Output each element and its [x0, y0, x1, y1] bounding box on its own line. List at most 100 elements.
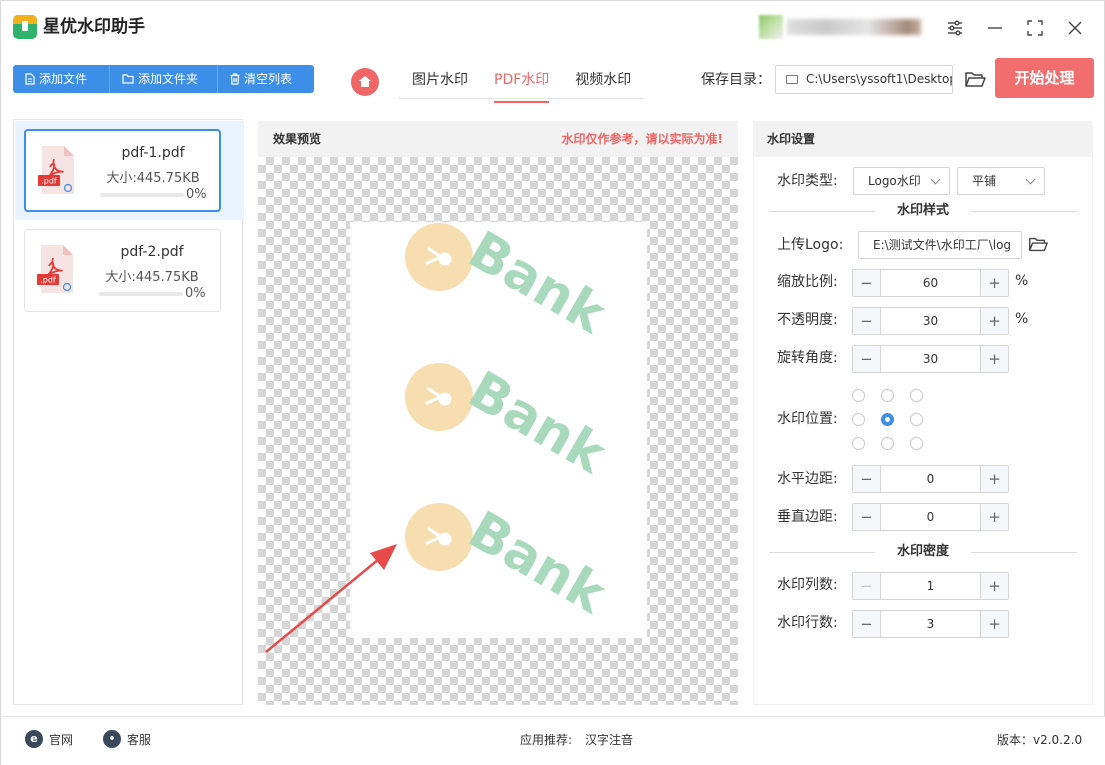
opacity-increase-button[interactable]: + — [980, 308, 1008, 334]
rotation-increase-button[interactable]: + — [980, 346, 1008, 372]
clear-list-button[interactable]: 清空列表 — [218, 65, 314, 93]
position-bottom-center-radio[interactable] — [881, 437, 894, 450]
position-middle-right-radio[interactable] — [910, 413, 923, 426]
add-file-label: 添加文件 — [39, 72, 88, 86]
position-top-left-radio[interactable] — [852, 389, 865, 402]
recommend-label: 应用推荐: — [520, 733, 573, 747]
mode-tabs: 图片水印 PDF水印 视频水印 — [399, 67, 645, 103]
rotation-decrease-button[interactable]: − — [853, 346, 881, 372]
home-icon[interactable] — [351, 68, 379, 96]
opacity-unit: % — [1015, 311, 1029, 327]
columns-label: 水印列数: — [777, 577, 838, 593]
user-avatar[interactable] — [759, 15, 783, 39]
vmargin-decrease-button[interactable]: − — [853, 504, 881, 530]
chevron-down-icon — [930, 174, 941, 185]
file-size: 大小:445.75KB — [105, 270, 199, 285]
save-directory-value: C:\Users\yssoft1\Desktop — [806, 72, 953, 86]
file-size: 大小:445.75KB — [106, 171, 200, 186]
pdf-file-icon: .pdf — [37, 245, 73, 293]
file-card-pdf-1[interactable]: .pdf pdf-1.pdf 大小:445.75KB 0% — [24, 129, 221, 212]
watermark-style-section: 水印样式 — [769, 201, 1077, 221]
opacity-value[interactable]: 30 — [881, 308, 980, 334]
add-file-button[interactable]: 添加文件 — [13, 65, 110, 93]
save-directory-label: 保存目录： — [701, 72, 771, 88]
columns-value[interactable]: 1 — [881, 573, 980, 599]
vertical-margin-stepper: − 0 + — [852, 503, 1009, 531]
watermark-type-value: Logo水印 — [868, 174, 921, 188]
tab-image-watermark[interactable]: 图片水印 — [399, 67, 481, 98]
horizontal-margin-stepper: − 0 + — [852, 465, 1009, 493]
preview-title: 效果预览 — [273, 132, 322, 146]
file-progress-bar — [99, 292, 183, 296]
settings-sliders-icon[interactable] — [942, 15, 968, 41]
minimize-icon[interactable] — [982, 15, 1008, 41]
hmargin-value[interactable]: 0 — [881, 466, 980, 492]
hmargin-decrease-button[interactable]: − — [853, 466, 881, 492]
upload-logo-field[interactable]: E:\测试文件\水印工厂\log — [858, 231, 1022, 259]
file-progress-text: 0% — [186, 187, 207, 202]
chat-bubble-icon[interactable]: • — [103, 730, 121, 748]
folder-open-icon[interactable] — [963, 67, 987, 91]
settings-header: 水印设置 — [753, 121, 1093, 157]
vmargin-value[interactable]: 0 — [881, 504, 980, 530]
add-folder-label: 添加文件夹 — [138, 72, 199, 86]
file-progress-bar — [100, 193, 184, 197]
rows-increase-button[interactable]: + — [980, 611, 1008, 637]
watermark-logo: Bank — [405, 360, 616, 498]
annotation-arrow — [265, 544, 397, 653]
file-card-pdf-2[interactable]: .pdf pdf-2.pdf 大小:445.75KB 0% — [24, 229, 221, 312]
position-top-right-radio[interactable] — [910, 389, 923, 402]
columns-increase-button[interactable]: + — [980, 573, 1008, 599]
watermark-logo: Bank — [405, 500, 616, 638]
close-icon[interactable] — [1062, 15, 1088, 41]
vmargin-increase-button[interactable]: + — [980, 504, 1008, 530]
scale-value[interactable]: 60 — [881, 270, 980, 296]
website-icon[interactable]: e — [25, 730, 43, 748]
save-directory-field[interactable]: C:\Users\yssoft1\Desktop — [775, 65, 953, 94]
tab-video-watermark[interactable]: 视频水印 — [562, 67, 644, 98]
scale-stepper: − 60 + — [852, 269, 1009, 297]
website-link[interactable]: 官网 — [49, 731, 73, 748]
hmargin-increase-button[interactable]: + — [980, 466, 1008, 492]
rotation-stepper: − 30 + — [852, 345, 1009, 373]
rows-label: 水印行数: — [777, 615, 838, 631]
file-progress-text: 0% — [185, 286, 206, 301]
watermark-layout-value: 平铺 — [972, 174, 997, 188]
watermark-logo-text: Bank — [459, 363, 606, 486]
tab-pdf-watermark[interactable]: PDF水印 — [481, 67, 562, 103]
position-middle-left-radio[interactable] — [852, 413, 865, 426]
rotation-label: 旋转角度: — [777, 350, 838, 366]
recommend-app-link[interactable]: 汉字注音 — [585, 731, 633, 748]
maximize-icon[interactable] — [1022, 15, 1048, 41]
add-folder-button[interactable]: 添加文件夹 — [110, 65, 218, 93]
rows-value[interactable]: 3 — [881, 611, 980, 637]
position-top-center-radio[interactable] — [881, 389, 894, 402]
scale-label: 缩放比例: — [777, 274, 838, 290]
rows-decrease-button[interactable]: − — [853, 611, 881, 637]
rotation-value[interactable]: 30 — [881, 346, 980, 372]
folder-small-icon — [786, 75, 798, 84]
watermark-logo-text: Bank — [459, 503, 606, 626]
watermark-logo-text: Bank — [459, 223, 606, 346]
trash-icon — [230, 73, 240, 85]
start-processing-button[interactable]: 开始处理 — [995, 58, 1094, 98]
pdf-file-icon: .pdf — [38, 146, 74, 194]
app-window: 星优水印助手 添加文件 添加文件夹 清空列表 图片水印 PDF水印 视频水印 保… — [0, 0, 1105, 765]
horizontal-margin-label: 水平边距: — [777, 471, 838, 487]
vertical-margin-label: 垂直边距: — [777, 509, 838, 525]
position-bottom-right-radio[interactable] — [910, 437, 923, 450]
scale-increase-button[interactable]: + — [980, 270, 1008, 296]
opacity-decrease-button[interactable]: − — [853, 308, 881, 334]
watermark-layout-select[interactable]: 平铺 — [957, 167, 1045, 195]
position-center-radio[interactable] — [881, 413, 894, 426]
file-name: pdf-1.pdf — [121, 145, 185, 161]
svg-text:.pdf: .pdf — [40, 276, 56, 285]
user-account-name[interactable] — [787, 19, 921, 35]
columns-decrease-button[interactable]: − — [853, 573, 881, 599]
customer-service-link[interactable]: 客服 — [127, 731, 151, 748]
watermark-type-label: 水印类型: — [777, 173, 838, 189]
watermark-type-select[interactable]: Logo水印 — [853, 167, 950, 195]
position-bottom-left-radio[interactable] — [852, 437, 865, 450]
scale-decrease-button[interactable]: − — [853, 270, 881, 296]
folder-open-icon[interactable] — [1027, 233, 1049, 255]
